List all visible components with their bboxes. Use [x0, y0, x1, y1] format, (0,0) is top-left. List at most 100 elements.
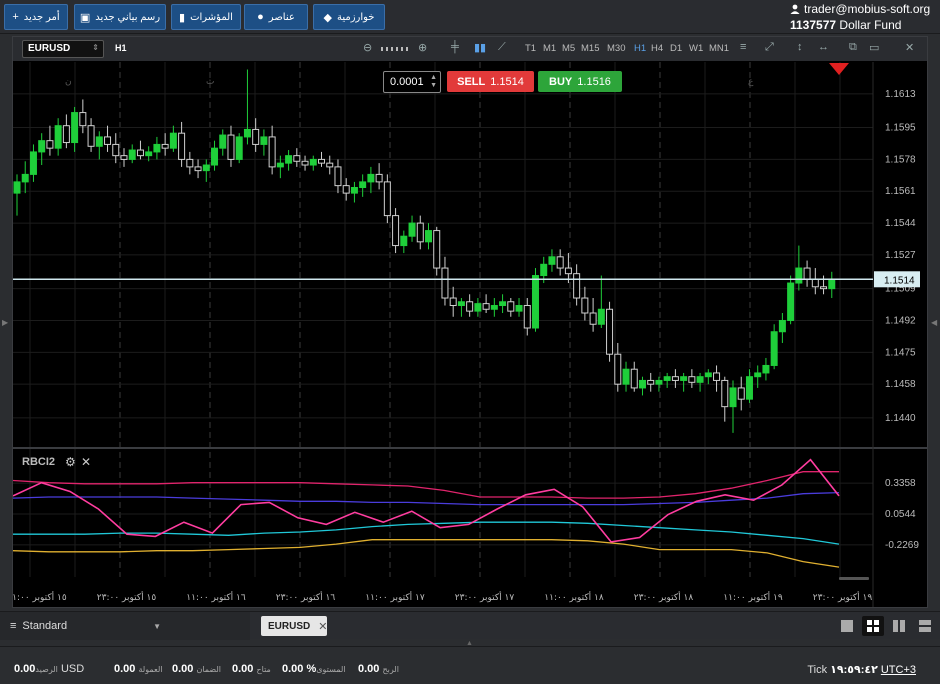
zoom-out-icon[interactable]: ⊖ — [363, 41, 372, 54]
vertical-scale-icon[interactable]: ↕ — [797, 41, 803, 53]
layout-single-button[interactable] — [836, 616, 858, 636]
timezone[interactable]: UTC+3 — [881, 664, 916, 676]
candle-body — [638, 379, 646, 389]
bar-chart-type-icon[interactable]: ╪ — [451, 41, 459, 53]
candle-body — [433, 230, 441, 269]
new-chart-button[interactable]: ▣ رسم بياني جديد — [74, 4, 166, 30]
time-tick-label: ١٧ أكتوبر ٢٣:٠٠ — [455, 591, 515, 603]
price-chart[interactable]: ن ث ع 1.1613 1.1595 1.1578 1.1561 1.1544 1.1527… — [13, 62, 927, 607]
indicator-settings-icon[interactable]: ⚙ — [65, 455, 76, 469]
candle-body — [400, 235, 408, 247]
candle-body — [260, 136, 268, 145]
lot-size-input[interactable]: 0.0001 ▲ ▼ — [383, 71, 441, 93]
tf-m30[interactable]: M30 — [607, 43, 625, 54]
layout-rows-icon — [919, 620, 931, 632]
tf-d1[interactable]: D1 — [670, 43, 682, 54]
symbol-tab[interactable]: EURUSD ✕ — [261, 616, 327, 636]
clock-time: ١٩:٥٩:٤٢ — [830, 664, 878, 676]
account-info[interactable]: trader@mobius-soft.org 1137577 Dollar Fu… — [790, 2, 936, 32]
candle-body — [95, 136, 103, 147]
margin-value: 0.00 — [172, 663, 194, 675]
candle-body — [655, 379, 663, 385]
candle-body — [581, 297, 589, 314]
commission: 0.00 العمولة — [114, 663, 163, 675]
price-tick-label: 1.1440 — [885, 413, 916, 424]
candle-body — [778, 319, 786, 333]
candle-body — [21, 173, 29, 183]
template-selector[interactable]: ≡ Standard ▼ — [0, 612, 250, 640]
close-tab-icon[interactable]: ✕ — [318, 620, 327, 633]
price-tick-label: 1.1527 — [885, 250, 916, 261]
objects-label: عناصر — [268, 11, 295, 23]
buy-button[interactable]: BUY 1.1516 — [538, 71, 622, 92]
collapse-right-icon[interactable]: ◀ — [931, 318, 937, 327]
tf-m1[interactable]: M1 — [543, 43, 556, 54]
candle-body — [630, 368, 638, 389]
indicators-button[interactable]: ▮ المؤشرات — [171, 4, 241, 30]
lot-size-value: 0.0001 — [390, 76, 424, 88]
spinner-arrows-icon: ⇕ — [92, 43, 99, 52]
price-tick-label: 1.1492 — [885, 315, 916, 326]
tf-h4[interactable]: H4 — [651, 43, 663, 54]
candle-body — [342, 185, 350, 194]
candle-body — [449, 297, 457, 307]
zoom-slider[interactable] — [381, 46, 409, 52]
candle-body — [507, 301, 515, 312]
candle-body — [457, 301, 465, 307]
detach-window-icon[interactable]: ⧉ — [849, 41, 857, 54]
maximize-icon[interactable]: ▭ — [869, 41, 879, 54]
candle-body — [79, 112, 87, 127]
new-order-button[interactable]: + أمر جديد — [4, 4, 68, 30]
candle-body — [713, 372, 721, 381]
indicator-tick-label: 0.3358 — [885, 478, 916, 489]
horizontal-scale-icon[interactable]: ↔ — [818, 41, 829, 53]
candle-body — [112, 143, 120, 157]
account-email: trader@mobius-soft.org — [804, 2, 931, 16]
algorithm-button[interactable]: ◆ خوارزمية — [313, 4, 385, 30]
chart-icon: ▣ — [79, 11, 91, 24]
candle-body — [548, 256, 556, 265]
line-chart-type-icon[interactable]: ⟋ — [498, 41, 506, 54]
candle-body — [276, 162, 284, 168]
level-pct: % — [306, 663, 317, 675]
price-tick-label: 1.1475 — [885, 347, 916, 358]
tf-h1[interactable]: H1 — [634, 43, 646, 54]
indicators-label: المؤشرات — [190, 11, 233, 23]
candle-body — [589, 312, 597, 325]
candle-body — [770, 331, 778, 366]
available: 0.00 متاح — [232, 663, 271, 675]
candle-body — [367, 173, 375, 183]
objects-button[interactable]: ● عناصر — [244, 4, 308, 30]
tf-m15[interactable]: M15 — [581, 43, 599, 54]
zoom-in-icon[interactable]: ⊕ — [418, 41, 427, 54]
candle-body — [729, 387, 737, 408]
layout-grid-button[interactable] — [862, 616, 884, 636]
candle-chart-type-icon[interactable]: ▮▮ — [474, 41, 486, 54]
candle-body — [647, 379, 655, 385]
price-tick-label: 1.1544 — [885, 218, 916, 229]
time-tick-label: ١٩ أكتوبر ١١:٠٠ — [723, 591, 783, 603]
lot-spinner-icon[interactable]: ▲ ▼ — [430, 74, 437, 90]
candle-body — [227, 134, 235, 160]
time-tick-label: ١٧ أكتوبر ١١:٠٠ — [365, 591, 425, 603]
currency: USD — [60, 663, 85, 675]
collapse-left-icon[interactable]: ▶ — [2, 318, 8, 327]
autoscale-icon[interactable]: ⤢ — [765, 41, 774, 54]
candle-body — [745, 376, 753, 400]
tf-t1[interactable]: T1 — [525, 43, 536, 54]
symbol-selector[interactable]: EURUSD ⇕ — [22, 40, 104, 58]
tf-mn1[interactable]: MN1 — [709, 43, 729, 54]
tf-w1[interactable]: W1 — [689, 43, 703, 54]
indicator-close-icon[interactable]: ✕ — [81, 455, 91, 469]
balance-value: 0.00 — [14, 663, 36, 675]
scrollbar-handle[interactable] — [839, 577, 869, 580]
layout-columns-button[interactable] — [888, 616, 910, 636]
sell-button[interactable]: SELL 1.1514 — [447, 71, 534, 92]
profit: 0.00 الربح — [358, 663, 399, 675]
chart-settings-icon[interactable]: ≡ — [740, 41, 746, 53]
available-label: متاح — [256, 665, 271, 674]
layout-rows-button[interactable] — [914, 616, 936, 636]
close-chart-icon[interactable]: ✕ — [905, 41, 914, 54]
margin-label: الضمان — [196, 665, 222, 674]
tf-m5[interactable]: M5 — [562, 43, 575, 54]
